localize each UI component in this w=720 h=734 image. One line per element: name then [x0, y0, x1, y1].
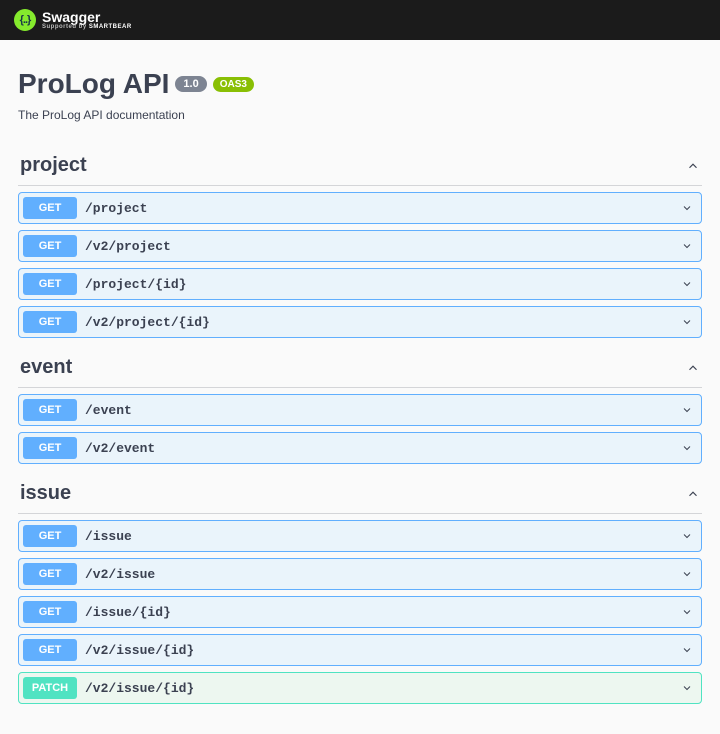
page-title: ProLog API [18, 68, 169, 100]
chevron-up-icon [686, 361, 700, 375]
operation-path: /issue [85, 529, 681, 544]
operation-row[interactable]: GET/event [18, 394, 702, 426]
method-badge-get: GET [23, 525, 77, 547]
operation-row[interactable]: GET/project/{id} [18, 268, 702, 300]
brand-text: Swagger [42, 10, 132, 24]
method-badge-get: GET [23, 399, 77, 421]
chevron-down-icon [681, 240, 693, 252]
tag-section-issue: issueGET/issueGET/v2/issueGET/issue/{id}… [18, 474, 702, 704]
operation-row[interactable]: GET/project [18, 192, 702, 224]
method-badge-get: GET [23, 601, 77, 623]
supported-by: Supported by SMARTBEAR [42, 24, 132, 30]
operation-path: /project [85, 201, 681, 216]
info-header: ProLog API 1.0 OAS3 [18, 68, 702, 100]
operation-row[interactable]: GET/issue [18, 520, 702, 552]
method-badge-patch: PATCH [23, 677, 77, 699]
operation-row[interactable]: GET/v2/issue [18, 558, 702, 590]
tag-name: project [20, 154, 87, 177]
operation-path: /event [85, 403, 681, 418]
method-badge-get: GET [23, 197, 77, 219]
version-badge: 1.0 [175, 76, 206, 92]
tag-name: event [20, 356, 72, 379]
chevron-down-icon [681, 404, 693, 416]
chevron-down-icon [681, 568, 693, 580]
method-badge-get: GET [23, 273, 77, 295]
oas-badge: OAS3 [213, 77, 254, 92]
operation-row[interactable]: PATCH/v2/issue/{id} [18, 672, 702, 704]
chevron-down-icon [681, 316, 693, 328]
chevron-down-icon [681, 644, 693, 656]
operation-path: /v2/event [85, 441, 681, 456]
operation-path: /v2/issue/{id} [85, 643, 681, 658]
topbar: {..} Swagger Supported by SMARTBEAR [0, 0, 720, 40]
tag-section-event: eventGET/eventGET/v2/event [18, 348, 702, 464]
chevron-down-icon [681, 278, 693, 290]
chevron-up-icon [686, 159, 700, 173]
operation-path: /v2/issue [85, 567, 681, 582]
method-badge-get: GET [23, 311, 77, 333]
swagger-logo[interactable]: {..} Swagger Supported by SMARTBEAR [14, 9, 132, 31]
method-badge-get: GET [23, 437, 77, 459]
operation-row[interactable]: GET/v2/project/{id} [18, 306, 702, 338]
tag-name: issue [20, 482, 71, 505]
swagger-icon: {..} [14, 9, 36, 31]
operation-row[interactable]: GET/issue/{id} [18, 596, 702, 628]
chevron-down-icon [681, 530, 693, 542]
method-badge-get: GET [23, 235, 77, 257]
chevron-down-icon [681, 682, 693, 694]
operation-path: /v2/project [85, 239, 681, 254]
tag-header-issue[interactable]: issue [18, 474, 702, 514]
tag-header-project[interactable]: project [18, 146, 702, 186]
chevron-down-icon [681, 442, 693, 454]
operation-path: /v2/issue/{id} [85, 681, 681, 696]
chevron-down-icon [681, 202, 693, 214]
operation-path: /issue/{id} [85, 605, 681, 620]
operation-row[interactable]: GET/v2/issue/{id} [18, 634, 702, 666]
tag-header-event[interactable]: event [18, 348, 702, 388]
tag-section-project: projectGET/projectGET/v2/projectGET/proj… [18, 146, 702, 338]
chevron-up-icon [686, 487, 700, 501]
chevron-down-icon [681, 606, 693, 618]
method-badge-get: GET [23, 639, 77, 661]
operation-row[interactable]: GET/v2/project [18, 230, 702, 262]
main-content: ProLog API 1.0 OAS3 The ProLog API docum… [0, 40, 720, 734]
operation-path: /v2/project/{id} [85, 315, 681, 330]
api-description: The ProLog API documentation [18, 108, 702, 122]
operation-row[interactable]: GET/v2/event [18, 432, 702, 464]
method-badge-get: GET [23, 563, 77, 585]
operation-path: /project/{id} [85, 277, 681, 292]
